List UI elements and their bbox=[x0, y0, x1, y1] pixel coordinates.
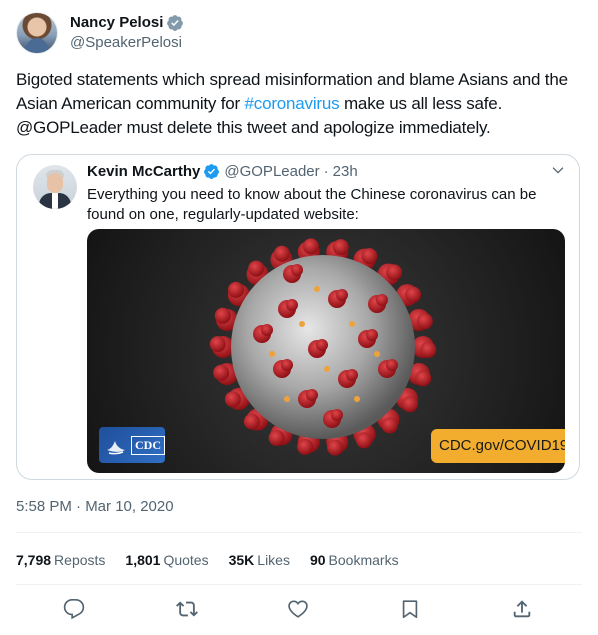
virus-spike bbox=[286, 299, 298, 311]
author-handle[interactable]: @SpeakerPelosi bbox=[70, 33, 184, 53]
bookmark-icon[interactable] bbox=[399, 598, 421, 620]
stat-quotes[interactable]: 1,801 Quotes bbox=[125, 552, 208, 568]
like-icon[interactable] bbox=[287, 598, 309, 620]
chevron-down-icon[interactable] bbox=[551, 163, 565, 177]
virus-spike bbox=[331, 409, 343, 421]
virus-spike bbox=[224, 391, 241, 408]
tweet-text: Bigoted statements which spread misinfor… bbox=[16, 68, 582, 140]
cdc-logo-text: CDC bbox=[131, 435, 165, 455]
virus-spike bbox=[420, 341, 437, 358]
virus-spike bbox=[386, 264, 403, 281]
tweet-header: Nancy Pelosi @SpeakerPelosi bbox=[16, 12, 184, 54]
author-names: Nancy Pelosi @SpeakerPelosi bbox=[70, 13, 184, 53]
quoted-time[interactable]: 23h bbox=[333, 163, 358, 180]
author-name-row: Nancy Pelosi bbox=[70, 13, 184, 33]
verified-badge-icon bbox=[167, 15, 184, 31]
virus-spike bbox=[316, 339, 328, 351]
author-name[interactable]: Nancy Pelosi bbox=[70, 13, 163, 33]
quoted-author-row: Kevin McCarthy @GOPLeader · 23h bbox=[87, 163, 358, 180]
cdc-link-banner: CDC.gov/COVID19 bbox=[431, 429, 565, 463]
quoted-text: Everything you need to know about the Ch… bbox=[87, 186, 537, 223]
virus-protein-dot bbox=[284, 396, 290, 402]
virus-protein-dot bbox=[349, 321, 355, 327]
stat-reposts[interactable]: 7,798 Reposts bbox=[16, 552, 105, 568]
virus-spike bbox=[273, 245, 290, 262]
author-avatar[interactable] bbox=[16, 12, 58, 54]
quoted-author-handle[interactable]: @GOPLeader bbox=[224, 163, 319, 180]
engagement-stats: 7,798 Reposts 1,801 Quotes 35K Likes 90 Book… bbox=[16, 552, 419, 568]
virus-spike bbox=[261, 324, 273, 336]
stat-bookmarks[interactable]: 90 Bookmarks bbox=[310, 552, 399, 568]
virus-protein-dot bbox=[299, 321, 305, 327]
virus-spike bbox=[336, 289, 348, 301]
stat-likes[interactable]: 35K Likes bbox=[229, 552, 290, 568]
quoted-author-avatar[interactable] bbox=[33, 165, 77, 209]
virus-spike bbox=[366, 329, 378, 341]
virus-spike bbox=[415, 370, 432, 387]
virus-spike bbox=[214, 307, 231, 324]
virus-protein-dot bbox=[354, 396, 360, 402]
action-bar bbox=[0, 598, 598, 624]
virus-spike bbox=[209, 336, 226, 353]
virus-spike bbox=[268, 429, 285, 446]
dot-separator: · bbox=[323, 163, 329, 180]
divider bbox=[16, 532, 582, 533]
quoted-author-name[interactable]: Kevin McCarthy bbox=[87, 163, 200, 180]
share-icon[interactable] bbox=[511, 598, 533, 620]
virus-spike bbox=[291, 264, 303, 276]
virus-spike bbox=[401, 396, 418, 413]
quoted-tweet[interactable]: Kevin McCarthy @GOPLeader · 23h Everythi… bbox=[16, 154, 580, 480]
virus-spike bbox=[243, 413, 260, 430]
quoted-media-image[interactable]: CDC CDC.gov/COVID19 bbox=[87, 229, 565, 473]
virus-spike bbox=[381, 417, 398, 434]
virus-spike bbox=[327, 439, 344, 456]
virus-spike bbox=[297, 438, 314, 455]
hhs-eagle-icon bbox=[107, 441, 125, 455]
virus-spike bbox=[346, 369, 358, 381]
verified-badge-icon bbox=[204, 164, 220, 179]
repost-icon[interactable] bbox=[176, 598, 198, 620]
virus-spike bbox=[356, 432, 373, 449]
virus-spike bbox=[248, 260, 265, 277]
virus-spike bbox=[228, 281, 245, 298]
virus-spike bbox=[405, 286, 422, 303]
virus-spike bbox=[306, 389, 318, 401]
reply-icon[interactable] bbox=[63, 598, 85, 620]
hashtag-link[interactable]: #coronavirus bbox=[245, 94, 340, 113]
virus-spike bbox=[213, 364, 230, 381]
tweet-timestamp[interactable]: 5:58 PM · Mar 10, 2020 bbox=[16, 498, 174, 515]
virus-spike bbox=[361, 248, 378, 265]
virus-spike bbox=[386, 359, 398, 371]
cdc-logo: CDC bbox=[99, 427, 165, 463]
virus-protein-dot bbox=[314, 286, 320, 292]
virus-spike bbox=[376, 294, 388, 306]
virus-spike bbox=[281, 359, 293, 371]
virus-spike bbox=[332, 239, 349, 256]
virus-protein-dot bbox=[374, 351, 380, 357]
virus-protein-dot bbox=[324, 366, 330, 372]
divider bbox=[16, 584, 582, 585]
virus-spike bbox=[302, 238, 319, 255]
virus-protein-dot bbox=[269, 351, 275, 357]
virus-spike bbox=[416, 313, 433, 330]
